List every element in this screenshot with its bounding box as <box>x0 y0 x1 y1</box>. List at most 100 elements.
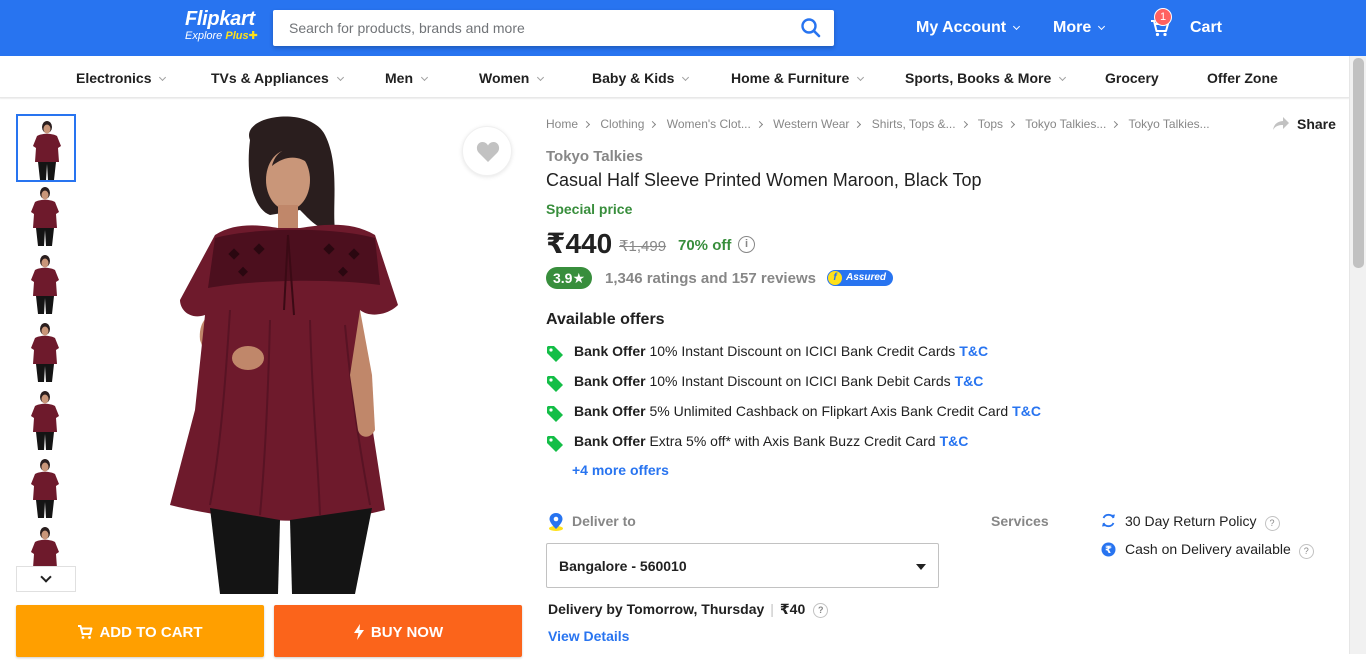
thumbnail-image <box>31 187 59 246</box>
flipkart-f-icon: f <box>828 271 842 285</box>
category-label: Home & Furniture <box>731 70 850 86</box>
offer-text: Bank Offer 5% Unlimited Cashback on Flip… <box>574 403 1041 419</box>
info-icon[interactable]: i <box>738 236 755 253</box>
thumbnail-image <box>31 459 59 518</box>
thumbnail-image <box>31 323 59 382</box>
chevron-down-icon <box>159 73 167 82</box>
more-label: More <box>1053 19 1092 36</box>
category-offer-zone[interactable]: Offer Zone <box>1207 70 1278 86</box>
service-label: 30 Day Return Policy? <box>1125 513 1280 531</box>
pincode-dropdown[interactable]: Bangalore - 560010 <box>546 543 939 588</box>
chevron-right-icon <box>960 120 968 129</box>
chevron-down-icon <box>1098 22 1106 31</box>
svg-text:₹: ₹ <box>1105 545 1112 556</box>
category-label: TVs & Appliances <box>211 70 329 86</box>
caret-down-icon <box>916 564 926 570</box>
tag-icon <box>547 436 563 452</box>
refresh-icon <box>1102 513 1115 528</box>
chevron-down-icon <box>682 73 690 82</box>
breadcrumb-item[interactable]: Home <box>546 117 578 131</box>
terms-link[interactable]: T&C <box>1012 403 1041 419</box>
chevron-down-icon <box>537 73 545 82</box>
thumbnail-scroll-down-button[interactable] <box>16 566 76 592</box>
cart-icon <box>78 625 93 639</box>
assured-badge: f Assured <box>827 270 893 286</box>
add-to-cart-button[interactable]: ADD TO CART <box>16 605 264 657</box>
buy-now-button[interactable]: BUY NOW <box>274 605 522 657</box>
chevron-right-icon <box>582 120 591 129</box>
ratings-reviews-count[interactable]: 1,346 ratings and 157 reviews <box>605 270 816 287</box>
product-image[interactable] <box>160 110 410 594</box>
category-tvs-appliances[interactable]: TVs & Appliances <box>211 70 344 86</box>
chevron-down-icon <box>857 73 865 82</box>
thumbnail-image <box>31 255 59 314</box>
category-women[interactable]: Women <box>479 70 545 86</box>
category-men[interactable]: Men <box>385 70 429 86</box>
breadcrumb-item[interactable]: Tokyo Talkies... <box>1128 117 1209 131</box>
heart-icon <box>476 142 500 162</box>
wishlist-button[interactable] <box>462 126 512 176</box>
category-electronics[interactable]: Electronics <box>76 70 167 86</box>
category-home-furniture[interactable]: Home & Furniture <box>731 70 865 86</box>
service-label: Cash on Delivery available? <box>1125 541 1314 559</box>
buy-now-label: BUY NOW <box>370 624 444 641</box>
chevron-down-icon <box>1059 73 1067 82</box>
category-label: Grocery <box>1105 70 1159 86</box>
thumbnail-image <box>33 121 61 180</box>
help-icon[interactable]: ? <box>813 603 829 618</box>
product-title: Casual Half Sleeve Printed Women Maroon,… <box>546 170 982 190</box>
product-price: ₹440 <box>546 228 613 259</box>
terms-link[interactable]: T&C <box>959 343 988 359</box>
page-scrollbar[interactable] <box>1349 56 1366 654</box>
share-button[interactable]: Share <box>1273 115 1336 132</box>
chevron-down-icon <box>40 571 52 583</box>
offer-text: Bank Offer Extra 5% off* with Axis Bank … <box>574 433 969 449</box>
flipkart-logo[interactable]: Flipkart Explore Plus✚ <box>185 9 258 43</box>
category-grocery[interactable]: Grocery <box>1105 70 1159 86</box>
breadcrumb-item[interactable]: Western Wear <box>773 117 849 131</box>
divider: | <box>770 601 774 617</box>
assured-label: Assured <box>846 272 887 283</box>
category-baby-kids[interactable]: Baby & Kids <box>592 70 690 86</box>
search-input[interactable] <box>273 10 773 46</box>
terms-link[interactable]: T&C <box>940 433 969 449</box>
breadcrumb-item[interactable]: Shirts, Tops &... <box>872 117 956 131</box>
scrollbar-thumb[interactable] <box>1353 58 1364 268</box>
product-thumbnail[interactable] <box>16 386 76 454</box>
help-icon[interactable]: ? <box>1264 516 1280 531</box>
help-icon[interactable]: ? <box>1298 544 1314 559</box>
rupee-icon: ₹ <box>1101 542 1116 557</box>
product-thumbnail[interactable] <box>16 250 76 318</box>
add-to-cart-label: ADD TO CART <box>99 624 203 641</box>
location-pin-icon <box>549 513 563 531</box>
thumbnail-image <box>31 391 59 450</box>
breadcrumb-item[interactable]: Clothing <box>600 117 644 131</box>
my-account-menu[interactable]: My Account <box>916 19 1021 37</box>
product-thumbnail[interactable] <box>16 318 76 386</box>
search-icon[interactable] <box>800 17 822 39</box>
offer-text: Bank Offer 10% Instant Discount on ICICI… <box>574 343 989 359</box>
lightning-icon <box>353 624 364 640</box>
pincode-value: Bangalore - 560010 <box>559 558 687 574</box>
category-label: Baby & Kids <box>592 70 675 86</box>
product-thumbnail[interactable] <box>16 454 76 522</box>
product-brand[interactable]: Tokyo Talkies <box>546 148 643 165</box>
category-bar: Electronics TVs & Appliances Men Women B… <box>0 56 1349 98</box>
chevron-right-icon <box>1008 120 1016 129</box>
rating-badge: 3.9★ <box>546 267 593 289</box>
delivery-date: Delivery by Tomorrow, Thursday <box>548 601 765 617</box>
breadcrumb-item[interactable]: Tops <box>978 117 1003 131</box>
terms-link[interactable]: T&C <box>955 373 984 389</box>
breadcrumb-item[interactable]: Women's Clot... <box>667 117 751 131</box>
cart-label: Cart <box>1190 19 1223 36</box>
product-thumbnail[interactable] <box>16 182 76 250</box>
product-thumbnail[interactable] <box>16 114 76 182</box>
view-details-link[interactable]: View Details <box>548 628 629 644</box>
breadcrumb-item[interactable]: Tokyo Talkies... <box>1025 117 1106 131</box>
more-menu[interactable]: More <box>1053 19 1106 37</box>
logo-tagline: Explore Plus✚ <box>185 30 258 42</box>
category-sports-books[interactable]: Sports, Books & More <box>905 70 1067 86</box>
chevron-right-icon <box>854 120 862 129</box>
offers-title: Available offers <box>546 311 665 328</box>
more-offers-link[interactable]: +4 more offers <box>572 462 669 478</box>
